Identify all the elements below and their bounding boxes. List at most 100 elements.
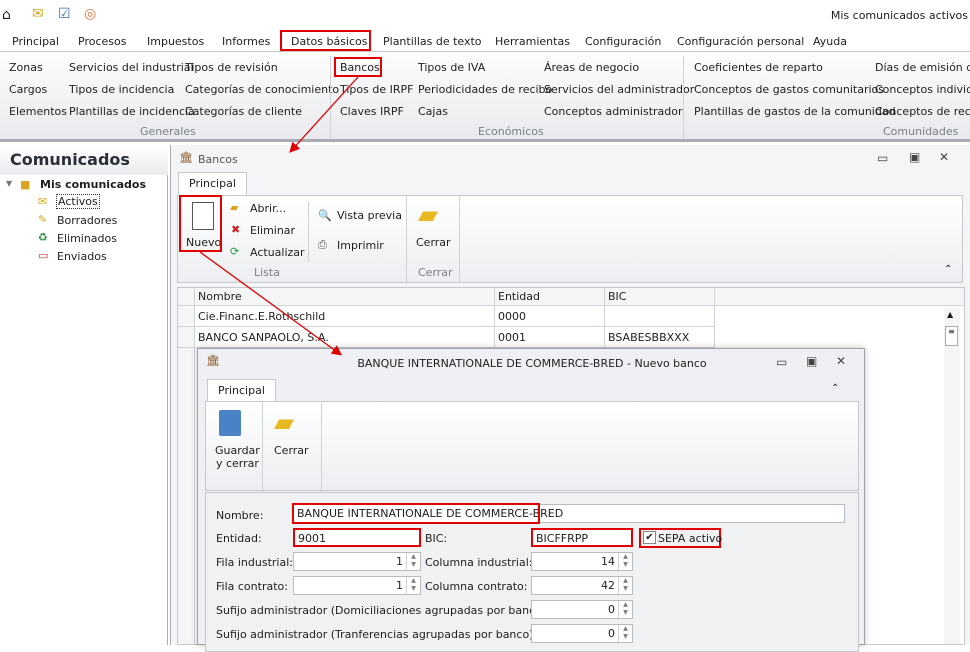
cell-nombre[interactable]: Cie.Financ.E.Rothschild <box>195 306 495 327</box>
spin-arrows-icon[interactable]: ▲ ▼ <box>618 577 632 594</box>
ribbon-item[interactable]: Cargos <box>9 83 47 96</box>
tab-principal[interactable]: Principal <box>178 172 247 196</box>
tree-item-enviados[interactable]: Enviados <box>57 250 107 263</box>
collapse-ribbon-icon[interactable]: ⌃ <box>944 264 952 275</box>
column-header-bic[interactable]: BIC <box>605 288 715 306</box>
sufijo-transferencias-stepper[interactable]: 0 ▲ ▼ <box>531 624 633 643</box>
vista-previa-button[interactable]: Vista previa <box>337 209 402 222</box>
tasks-icon[interactable]: ☑ <box>58 7 71 21</box>
ribbon-item[interactable]: Tipos de IRPF <box>340 83 413 96</box>
menu-impuestos[interactable]: Impuestos <box>147 35 204 48</box>
menu-ayuda[interactable]: Ayuda <box>813 35 847 48</box>
spin-arrows-icon[interactable]: ▲ ▼ <box>406 577 420 594</box>
cell-entidad[interactable]: 0000 <box>495 306 605 327</box>
ribbon-item[interactable]: Días de emisión de r <box>875 61 970 74</box>
minimize-button[interactable]: ▭ <box>877 151 888 165</box>
columna-contrato-stepper[interactable]: 42 ▲ ▼ <box>531 576 633 595</box>
scroll-thumb[interactable]: ≡ <box>945 326 958 346</box>
menu-config-personal[interactable]: Configuración personal <box>677 35 804 48</box>
app-icon[interactable]: ⌂ <box>2 8 11 22</box>
ribbon-item[interactable]: Plantillas de gastos de la comunidad <box>694 105 896 118</box>
ribbon-datos-basicos: Zonas Cargos Elementos Servicios del ind… <box>0 52 970 142</box>
sufijo-domiciliaciones-label: Sufijo administrador (Domiciliaciones ag… <box>216 604 550 617</box>
eliminar-button[interactable]: Eliminar <box>250 224 295 237</box>
menu-plantillas[interactable]: Plantillas de texto <box>383 35 482 48</box>
imprimir-button[interactable]: Imprimir <box>337 239 384 252</box>
collapse-ribbon-icon[interactable]: ⌃ <box>831 383 839 394</box>
menu-informes[interactable]: Informes <box>222 35 270 48</box>
spin-arrows-icon[interactable]: ▲ ▼ <box>618 625 632 642</box>
ribbon-item[interactable]: Cajas <box>418 105 448 118</box>
sufijo-domiciliaciones-stepper[interactable]: 0 ▲ ▼ <box>531 600 633 619</box>
fila-industrial-stepper[interactable]: 1 ▲ ▼ <box>293 552 421 571</box>
menu-configuracion[interactable]: Configuración <box>585 35 661 48</box>
ribbon-item[interactable]: Servicios del administrador <box>544 83 694 96</box>
tab-principal[interactable]: Principal <box>207 379 276 402</box>
ribbon-item[interactable]: Tipos de IVA <box>418 61 485 74</box>
sepa-label: SEPA activo <box>658 532 723 545</box>
column-header-nombre[interactable]: Nombre <box>195 288 495 306</box>
vertical-scrollbar[interactable]: ▲ ≡ <box>944 306 960 644</box>
mail-icon[interactable]: ✉ <box>32 7 44 21</box>
menu-herramientas[interactable]: Herramientas <box>495 35 570 48</box>
cell-entidad[interactable]: 0001 <box>495 327 605 348</box>
cell-bic[interactable] <box>605 306 715 327</box>
dialog-ribbon: Guardar y cerrar ▰ Cerrar <box>205 401 859 491</box>
entidad-input[interactable]: 9001 <box>293 528 421 547</box>
cerrar-button[interactable]: Cerrar <box>274 444 309 457</box>
broadcast-icon[interactable]: ◎ <box>84 7 96 21</box>
ribbon-item[interactable]: Coeficientes de reparto <box>694 61 823 74</box>
ribbon-item[interactable]: Elementos <box>9 105 67 118</box>
ribbon-item[interactable]: Servicios del industrial <box>69 61 194 74</box>
ribbon-item[interactable]: Tipos de revisión <box>185 61 278 74</box>
spin-arrows-icon[interactable]: ▲ ▼ <box>618 601 632 618</box>
close-folder-icon: ▰ <box>418 200 438 230</box>
cell-nombre[interactable]: BANCO SANPAOLO, S.A. <box>195 327 495 348</box>
restore-button[interactable]: ▣ <box>909 150 920 164</box>
column-header-entidad[interactable]: Entidad <box>495 288 605 306</box>
ribbon-item[interactable]: Conceptos de gastos comunitarios <box>694 83 884 96</box>
sepa-checkbox[interactable]: ✔ SEPA activo <box>639 528 723 548</box>
menu-procesos[interactable]: Procesos <box>78 35 126 48</box>
actualizar-button[interactable]: Actualizar <box>250 246 305 259</box>
tree-item-eliminados[interactable]: Eliminados <box>57 232 117 245</box>
fila-contrato-stepper[interactable]: 1 ▲ ▼ <box>293 576 421 595</box>
fila-contrato-label: Fila contrato: <box>216 580 288 593</box>
menu-principal[interactable]: Principal <box>12 35 59 48</box>
ribbon-item[interactable]: Plantillas de incidencia <box>69 105 195 118</box>
guardar-cerrar-button[interactable]: Guardar y cerrar <box>215 444 260 470</box>
spin-arrows-icon[interactable]: ▲ ▼ <box>618 553 632 570</box>
ribbon-item[interactable]: Periodicidades de recibo <box>418 83 552 96</box>
close-button[interactable]: ✕ <box>836 354 846 368</box>
tree-item-borradores[interactable]: Borradores <box>57 214 117 227</box>
spin-arrows-icon[interactable]: ▲ ▼ <box>406 553 420 570</box>
tree-root[interactable]: Mis comunicados <box>40 178 146 191</box>
quick-access-toolbar: ⌂ ✉ ☑ ◎ Mis comunicados activos <box>0 0 970 31</box>
group-label-generales: Generales <box>140 125 196 138</box>
close-button[interactable]: ✕ <box>939 150 949 164</box>
ribbon-item[interactable]: Conceptos individua <box>875 83 970 96</box>
ribbon-item[interactable]: Claves IRPF <box>340 105 404 118</box>
minimize-button[interactable]: ▭ <box>776 355 787 369</box>
cerrar-button[interactable]: Cerrar <box>416 236 451 249</box>
cell-bic[interactable]: BSABESBBXXX <box>605 327 715 348</box>
columna-industrial-stepper[interactable]: 14 ▲ ▼ <box>531 552 633 571</box>
ribbon-item[interactable]: Categorías de conocimiento <box>185 83 339 96</box>
checkbox-check-icon[interactable]: ✔ <box>643 531 656 544</box>
print-icon: ⎙ <box>318 238 327 251</box>
abrir-button[interactable]: Abrir... <box>250 202 286 215</box>
expand-chevron-icon[interactable]: ▼ <box>6 179 12 188</box>
ribbon-item[interactable]: Áreas de negocio <box>544 61 639 74</box>
restore-button[interactable]: ▣ <box>806 354 817 368</box>
ribbon-item[interactable]: Conceptos administrador <box>544 105 683 118</box>
highlight-nuevo <box>179 195 222 252</box>
bic-input[interactable]: BICFFRPP <box>531 528 633 547</box>
ribbon-item[interactable]: Categorías de cliente <box>185 105 302 118</box>
ribbon-item[interactable]: Tipos de incidencia <box>69 83 174 96</box>
scroll-up-icon[interactable]: ▲ <box>947 310 953 319</box>
tree-item-activos[interactable]: Activos <box>56 194 100 209</box>
entidad-label: Entidad: <box>216 532 262 545</box>
ribbon-item[interactable]: Conceptos de recibo <box>875 105 970 118</box>
ribbon-item[interactable]: Zonas <box>9 61 43 74</box>
columna-industrial-label: Columna industrial: <box>425 556 533 569</box>
